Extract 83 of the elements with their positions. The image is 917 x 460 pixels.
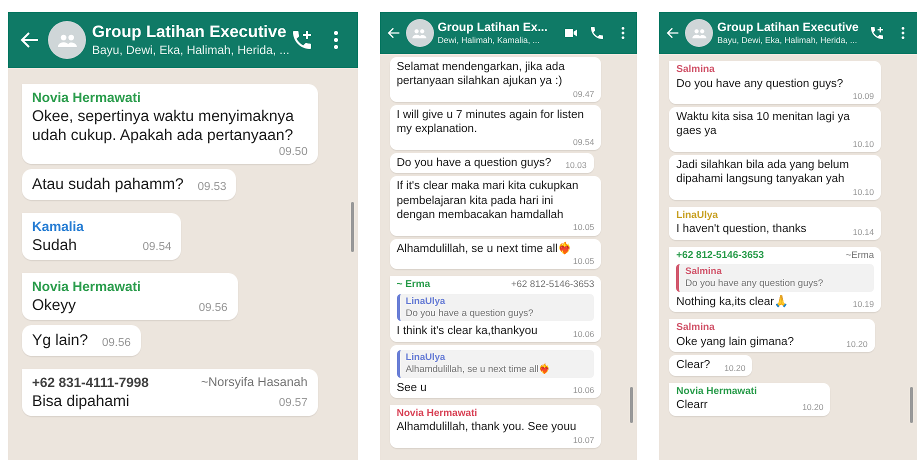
sender-name: LinaUlya [676,210,718,222]
back-arrow-icon[interactable] [386,25,402,41]
quoted-sender: Salmina [685,266,723,278]
group-avatar[interactable] [406,19,434,47]
message-text: Do you have a question guys? [396,156,552,170]
sender-name: Novia Hermawati [32,90,141,107]
sender-name: +62 831-4111-7998 [32,374,149,392]
message-time: 09.47 [572,88,594,99]
message-text: Yg lain? [32,331,88,351]
quoted-message[interactable]: Salmina Do you have any question guys? [676,264,874,292]
message-text: Oke yang lain gimana? [676,334,794,350]
message-time: 10.09 [852,90,874,102]
quoted-text: Do you have any question guys? [685,278,824,290]
sender-name: Novia Hermawati [32,279,141,296]
sender-note: +62 812-5146-3653 [511,279,594,292]
message-text: Okeyy [32,296,76,316]
quoted-text: Do you have a question guys? [406,308,534,320]
scrollbar[interactable] [350,202,354,252]
message-text: If it's clear maka mari kita cukupkan pembelajaran kita pada hari ini dengan membacakan hamdallah [396,179,580,222]
message-text: I will give u 7 minutes again for listen my explanation. [396,108,585,137]
call-icon[interactable] [589,25,606,41]
message-text: Clear? [676,358,710,373]
sender-note: ~Erma [846,250,874,262]
message-text: Alhamdulillah, thank you. See youu [396,420,576,435]
chat-title[interactable]: Group Latihan Executive [717,20,859,36]
back-arrow-icon[interactable] [665,25,682,41]
scrollbar[interactable] [910,387,913,423]
quoted-text: Alhamdulillah, se u next time all❤‍🔥 [406,364,552,376]
quoted-message[interactable]: LinaUlya Do you have a question guys? [396,294,594,322]
message-text: Alhamdulillah, se u next time all❤‍🔥 [396,242,572,256]
message-time: 10.10 [852,186,874,197]
sender-name: Novia Hermawati [396,408,478,420]
message-text: Jadi silahkan bila ada yang belum dipahami langsung tanyakan yah [676,158,850,187]
sender-name: Novia Hermawati [676,386,757,398]
message-time: 09.57 [278,397,308,411]
message-time: 09.53 [196,181,226,195]
message-text: I think it's clear ka,thankyou [396,324,538,339]
sender-name: Salmina [676,322,715,335]
sender-name: ~ Erma [396,279,430,292]
group-avatar[interactable] [685,19,714,47]
message-text: Okee, sepertinya waktu menyimaknya udah cukup. Apakah ada pertanyaan? [32,106,295,146]
message-time: 10.19 [852,299,874,310]
sender-name: Salmina [676,64,715,76]
message-time: 09.56 [101,336,131,351]
message-time: 10.14 [852,226,874,237]
message-time: 09.54 [142,241,172,256]
chat-title[interactable]: Group Latihan Executive [92,22,286,43]
message-text: Selamat mendengarkan, jika ada pertanyaan silahkan ajukan ya :) [396,60,566,89]
message-text: Sudah [32,236,77,256]
group-avatar[interactable] [48,21,86,59]
chat-members: Bayu, Dewi, Eka, Halimah, Herida, ... [717,35,858,46]
message-time: 09.50 [278,146,308,160]
message-time: 10.20 [723,362,746,373]
call-add-icon[interactable] [869,25,885,41]
sender-note: ~Norsyifa Hasanah [200,374,308,391]
message-time: 10.05 [572,256,594,266]
quoted-sender: LinaUlya [406,352,446,364]
message-text: Nothing ka,its clear🙏 [676,295,788,310]
message-text: Waktu kita sisa 10 menitan lagi ya gaes ya [676,110,851,139]
quoted-message[interactable]: LinaUlya Alhamdulillah, se u next time all❤‍🔥 [396,350,594,378]
scrollbar[interactable] [630,387,634,423]
message-time: 10.07 [572,434,594,445]
message-text: Clearr [676,398,708,413]
chat-title[interactable]: Group Latihan Ex... [438,20,548,36]
chat-members: Bayu, Dewi, Eka, Halimah, Herida, ... [92,42,290,58]
message-time: 10.05 [572,222,594,233]
message-time: 10.20 [801,402,824,413]
message-time: 10.20 [845,339,868,350]
message-time: 10.10 [852,138,874,149]
message-text: Do you have any question guys? [676,76,844,91]
chat-members: Dewi, Halimah, Kamalia, ... [438,35,540,46]
message-time: 10.03 [564,160,587,170]
message-time: 10.06 [572,384,594,395]
message-text: I haven't question, thanks [676,222,806,237]
message-text: See u [396,380,427,395]
message-text: Atau sudah pahamm? [32,175,184,195]
sender-name: +62 812-5146-3653 [676,250,764,262]
message-time: 10.06 [572,328,594,339]
sender-name: Kamalia [32,218,84,236]
quoted-sender: LinaUlya [406,296,446,308]
message-time: 09.54 [572,136,594,147]
message-time: 09.56 [198,302,228,316]
message-text: Bisa dipahami [32,392,130,411]
